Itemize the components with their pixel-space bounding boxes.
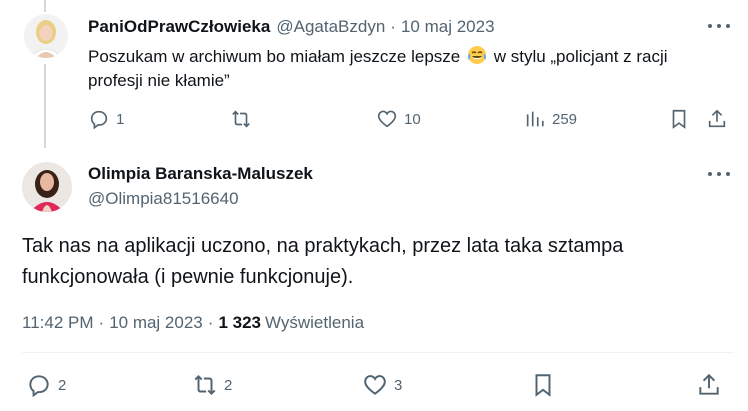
reply-icon bbox=[29, 375, 49, 398]
parent-tweet-more-icon[interactable] bbox=[706, 21, 732, 31]
reply-icon bbox=[90, 110, 108, 130]
main-tweet-display-name[interactable]: Olimpia Baranska-Maluszek bbox=[88, 164, 313, 184]
parent-repost-button[interactable] bbox=[230, 108, 252, 130]
parent-reply-button[interactable]: 1 bbox=[88, 108, 124, 130]
parent-bookmark-button[interactable] bbox=[668, 108, 690, 130]
parent-like-button[interactable]: 10 bbox=[376, 108, 421, 130]
parent-tweet-display-name[interactable]: PaniOdPrawCzłowieka bbox=[88, 17, 270, 37]
main-like-button[interactable]: 3 bbox=[362, 372, 402, 398]
share-icon bbox=[699, 373, 719, 395]
main-tweet-time[interactable]: 11:42 PM bbox=[22, 313, 94, 333]
main-share-button[interactable] bbox=[696, 372, 722, 398]
parent-like-count: 10 bbox=[404, 110, 421, 128]
main-tweet-divider bbox=[22, 352, 734, 353]
parent-tweet-avatar[interactable] bbox=[24, 14, 68, 58]
repost-icon bbox=[232, 110, 250, 128]
main-repost-button[interactable]: 2 bbox=[192, 372, 232, 398]
main-reply-button[interactable]: 2 bbox=[26, 372, 66, 398]
main-tweet-avatar[interactable] bbox=[22, 162, 72, 212]
parent-tweet-text-part1: Poszukam w archiwum bo miałam jeszcze le… bbox=[88, 47, 461, 66]
thread-connector-top bbox=[44, 0, 46, 12]
main-like-count: 3 bbox=[394, 376, 403, 394]
main-tweet-meta: 11:42 PM · 10 maj 2023 · 1 323 Wyświetle… bbox=[22, 313, 364, 333]
share-icon bbox=[708, 109, 726, 128]
main-bookmark-button[interactable] bbox=[530, 372, 556, 398]
heart-icon bbox=[377, 110, 397, 128]
tweet-thread-view: PaniOdPrawCzłowieka @AgataBzdyn · 10 maj… bbox=[0, 0, 748, 411]
parent-tweet-header: PaniOdPrawCzłowieka @AgataBzdyn · 10 maj… bbox=[88, 16, 495, 38]
main-tweet-views-label: Wyświetlenia bbox=[264, 313, 365, 332]
main-tweet-separator-1: · bbox=[98, 313, 105, 332]
parent-tweet-text: Poszukam w archiwum bo miałam jeszcze le… bbox=[88, 45, 724, 93]
heart-icon bbox=[364, 375, 386, 395]
face-with-tears-of-joy-emoji-icon bbox=[467, 46, 486, 64]
main-tweet-more-icon[interactable] bbox=[706, 169, 732, 179]
parent-tweet-handle[interactable]: @AgataBzdyn bbox=[276, 17, 385, 37]
main-reply-count: 2 bbox=[58, 376, 67, 394]
bookmark-icon bbox=[535, 374, 551, 397]
thread-connector-line bbox=[44, 64, 46, 148]
parent-tweet-separator: · bbox=[390, 17, 396, 36]
repost-icon bbox=[194, 374, 216, 396]
main-tweet-handle[interactable]: @Olimpia81516640 bbox=[88, 189, 239, 209]
parent-tweet-action-bar: 1 10 259 bbox=[88, 108, 736, 134]
parent-views-count: 259 bbox=[552, 110, 578, 128]
bookmark-icon bbox=[672, 109, 686, 129]
parent-tweet-date[interactable]: 10 maj 2023 bbox=[401, 17, 495, 37]
main-tweet-text: Tak nas na aplikacji uczono, na praktyka… bbox=[22, 235, 624, 288]
views-chart-icon bbox=[526, 111, 544, 127]
main-repost-count: 2 bbox=[224, 376, 233, 394]
parent-views-button[interactable]: 259 bbox=[524, 108, 577, 130]
parent-reply-count: 1 bbox=[116, 110, 125, 128]
parent-share-button[interactable] bbox=[706, 108, 728, 130]
main-tweet-date[interactable]: 10 maj 2023 bbox=[109, 313, 203, 333]
main-tweet-views-count: 1 323 bbox=[218, 313, 261, 332]
main-tweet-action-bar: 2 2 3 bbox=[22, 372, 734, 400]
main-tweet-separator-2: · bbox=[207, 313, 214, 332]
